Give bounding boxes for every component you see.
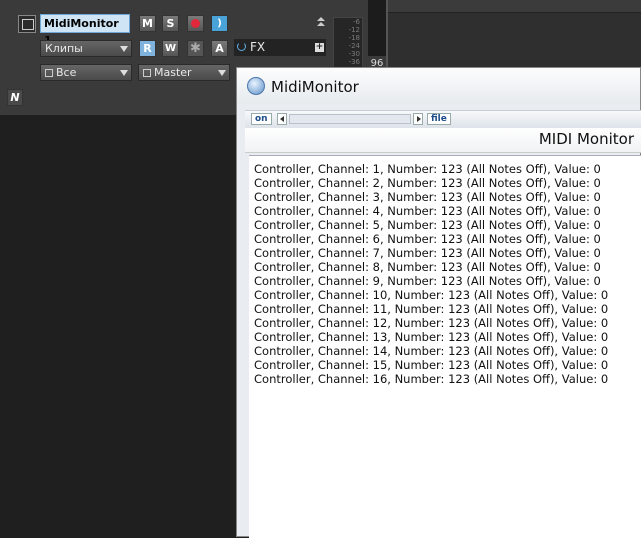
log-entry: Controller, Channel: 1, Number: 123 (All… <box>254 162 601 176</box>
freeze-button[interactable]: ✱ <box>187 40 204 57</box>
fx-slot[interactable]: FX + <box>234 39 326 56</box>
monitor-button[interactable]: ) <box>211 15 228 32</box>
clips-dropdown[interactable]: Клипы <box>40 40 132 57</box>
arrange-area <box>386 0 641 70</box>
log-entry: Controller, Channel: 2, Number: 123 (All… <box>254 176 601 190</box>
solo-button[interactable]: S <box>162 15 179 32</box>
track-name-field[interactable]: MidiMonitor 1 <box>40 14 130 47</box>
meter-scale-label: -6 <box>353 18 360 26</box>
ruler <box>388 0 641 13</box>
output-icon <box>143 69 151 77</box>
add-fx-button[interactable]: + <box>315 43 324 52</box>
plugin-title: MIDI Monitor <box>538 130 634 148</box>
meter-scale-label: -36 <box>348 58 360 66</box>
input-filter-dropdown[interactable]: Все <box>40 64 132 81</box>
log-entry: Controller, Channel: 16, Number: 123 (Al… <box>254 372 609 386</box>
chevron-down-icon <box>218 70 226 76</box>
preset-prev-icon[interactable] <box>277 113 287 125</box>
preset-selector[interactable] <box>289 114 411 124</box>
log-entry: Controller, Channel: 5, Number: 123 (All… <box>254 218 601 232</box>
auto-button[interactable]: A <box>211 40 228 57</box>
log-entry: Controller, Channel: 15, Number: 123 (Al… <box>254 358 609 372</box>
on-toggle-button[interactable]: on <box>251 113 272 125</box>
meter-scale-label: -18 <box>348 34 360 42</box>
meter-scale-label: -30 <box>348 50 360 58</box>
input-filter-value: Все <box>56 66 77 79</box>
power-icon[interactable] <box>237 42 246 51</box>
midimonitor-window: MidiMonitor on file MIDI Monitor Control… <box>236 67 641 538</box>
window-titlebar[interactable]: MidiMonitor <box>237 68 640 104</box>
log-entry: Controller, Channel: 9, Number: 123 (All… <box>254 274 601 288</box>
log-entry: Controller, Channel: 3, Number: 123 (All… <box>254 190 601 204</box>
output-dropdown[interactable]: Master <box>138 64 230 81</box>
log-entry: Controller, Channel: 4, Number: 123 (All… <box>254 204 601 218</box>
midimonitor-app-icon <box>247 77 265 95</box>
window-title: MidiMonitor <box>271 78 359 96</box>
read-automation-button[interactable]: R <box>139 40 156 57</box>
log-entry: Controller, Channel: 11, Number: 123 (Al… <box>254 302 609 316</box>
clips-dropdown-value: Клипы <box>45 42 83 55</box>
log-entry: Controller, Channel: 14, Number: 123 (Al… <box>254 344 609 358</box>
output-value: Master <box>154 66 192 79</box>
chevron-down-icon <box>120 46 128 52</box>
mute-button[interactable]: M <box>139 15 156 32</box>
plugin-header: MIDI Monitor <box>245 128 641 153</box>
instrument-track-icon[interactable] <box>18 15 36 33</box>
fx-label: FX <box>250 40 266 54</box>
midi-event-log[interactable]: Controller, Channel: 1, Number: 123 (All… <box>249 155 641 538</box>
record-arm-button[interactable] <box>187 15 204 32</box>
log-entry: Controller, Channel: 8, Number: 123 (All… <box>254 260 601 274</box>
automation-lane-icon[interactable]: N <box>7 89 23 106</box>
track-list-empty-area <box>0 115 240 537</box>
meter-scale-label: -24 <box>348 42 360 50</box>
level-meter-scale: -6 -12 -18 -24 -30 -36 <box>333 17 363 69</box>
input-icon <box>45 69 53 77</box>
write-automation-button[interactable]: W <box>162 40 179 57</box>
log-entry: Controller, Channel: 6, Number: 123 (All… <box>254 232 601 246</box>
chevron-down-icon <box>120 70 128 76</box>
preset-next-icon[interactable] <box>413 113 423 125</box>
log-entry: Controller, Channel: 12, Number: 123 (Al… <box>254 316 609 330</box>
log-entry: Controller, Channel: 10, Number: 123 (Al… <box>254 288 609 302</box>
collapse-icon[interactable] <box>316 17 326 27</box>
meter-scale-label: -12 <box>348 26 360 34</box>
plugin-toolbar: on file <box>245 110 641 129</box>
level-meter <box>368 0 386 56</box>
log-entry: Controller, Channel: 13, Number: 123 (Al… <box>254 330 609 344</box>
file-menu-button[interactable]: file <box>427 113 451 125</box>
log-entry: Controller, Channel: 7, Number: 123 (All… <box>254 246 601 260</box>
